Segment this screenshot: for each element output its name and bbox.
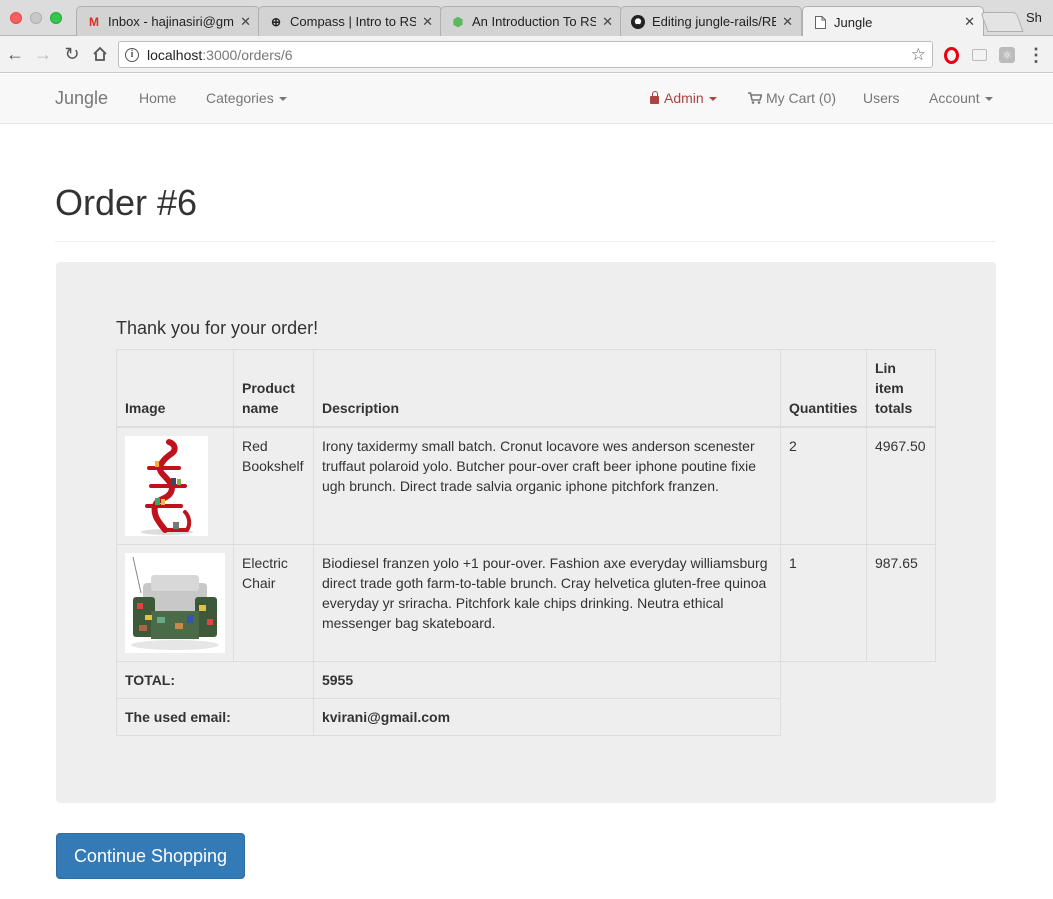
header-product-name: Product name: [233, 349, 314, 428]
browser-tab-github[interactable]: Editing jungle-rails/RE ✕: [620, 6, 802, 36]
line-total-cell: 987.65: [865, 544, 937, 662]
thank-you-heading: Thank you for your order!: [116, 318, 319, 338]
brand-link[interactable]: Jungle: [55, 88, 108, 109]
total-value: 5955: [312, 661, 781, 699]
info-icon[interactable]: i: [125, 47, 139, 62]
nav-cart[interactable]: My Cart (0): [748, 90, 836, 106]
close-icon[interactable]: ✕: [602, 14, 613, 30]
email-label: The used email:: [116, 698, 314, 736]
gmail-icon: M: [89, 14, 99, 29]
description-cell: Biodiesel franzen yolo +1 pour-over. Fas…: [312, 544, 781, 662]
product-name-cell: Electric Chair: [233, 544, 314, 662]
window-maximize-button[interactable]: [50, 12, 62, 24]
red-bookshelf-image: [125, 436, 208, 536]
header-description: Description: [312, 349, 781, 428]
close-icon[interactable]: ✕: [964, 14, 975, 30]
close-icon[interactable]: ✕: [782, 14, 793, 30]
window-minimize-button[interactable]: [30, 12, 42, 24]
email-value: kvirani@gmail.com: [312, 698, 781, 736]
image-cell: [116, 426, 234, 545]
compass-icon: ⊕: [270, 14, 282, 29]
nav-home[interactable]: Home: [139, 90, 176, 106]
react-devtools-icon[interactable]: ⚛: [998, 46, 1016, 64]
browser-tab-inbox[interactable]: M Inbox - hajinasiri@gma ✕: [76, 6, 260, 36]
caret-down-icon: [278, 97, 287, 102]
continue-shopping-button[interactable]: Continue Shopping: [56, 833, 245, 879]
caret-down-icon: [708, 97, 717, 102]
github-icon: [631, 14, 645, 29]
forward-arrow-icon[interactable]: →: [32, 43, 54, 65]
line-total-cell: 4967.50: [865, 426, 937, 545]
browser-tab-jungle[interactable]: Jungle ✕: [802, 6, 984, 37]
cast-extension-icon[interactable]: [970, 46, 988, 64]
header-image: Image: [116, 349, 234, 428]
page-icon: [813, 15, 827, 29]
cart-icon: [748, 92, 762, 104]
table-row: Red Bookshelf Irony taxidermy small batc…: [116, 426, 937, 545]
total-label: TOTAL:: [116, 661, 314, 699]
page-title: Order #6: [55, 182, 198, 223]
close-icon[interactable]: ✕: [240, 14, 251, 30]
title-divider: [55, 241, 996, 242]
order-table: Image Product name Description Quantitie…: [116, 349, 937, 736]
product-name-cell: Red Bookshelf: [233, 426, 314, 545]
address-bar[interactable]: i localhost:3000/orders/6 ☆: [118, 41, 933, 68]
nav-users[interactable]: Users: [863, 90, 900, 106]
header-quantities: Quantities: [779, 349, 867, 428]
image-cell: [116, 544, 234, 662]
profile-button[interactable]: Sh: [1026, 10, 1042, 25]
reload-icon[interactable]: ↻: [61, 43, 83, 65]
nav-account-dropdown[interactable]: Account: [929, 90, 993, 106]
quantity-cell: 1: [779, 544, 867, 662]
description-cell: Irony taxidermy small batch. Cronut loca…: [312, 426, 781, 545]
lock-icon: [650, 91, 659, 104]
nav-categories-dropdown[interactable]: Categories: [206, 90, 287, 106]
browser-tab-compass[interactable]: ⊕ Compass | Intro to RS| ✕: [258, 6, 442, 36]
back-arrow-icon[interactable]: ←: [4, 43, 26, 65]
introduction-icon: ⬢: [452, 14, 464, 29]
app-navbar: Jungle Home Categories Admin My Cart (0)…: [0, 74, 1053, 124]
table-header-row: Image Product name Description Quantitie…: [116, 349, 937, 428]
nav-admin-dropdown[interactable]: Admin: [650, 90, 717, 106]
opera-extension-icon[interactable]: [942, 46, 960, 64]
header-line-totals: Lin item totals: [865, 349, 937, 428]
new-tab-button[interactable]: [980, 12, 1024, 32]
window-close-button[interactable]: [10, 12, 22, 24]
table-row: Electric Chair Biodiesel franzen yolo +1…: [116, 544, 937, 662]
caret-down-icon: [984, 97, 993, 102]
browser-toolbar: ← → ↻ i localhost:3000/orders/6 ☆ ⚛ ⋮: [0, 36, 1053, 73]
email-row: The used email: kvirani@gmail.com: [116, 698, 936, 736]
browser-menu-icon[interactable]: ⋮: [1027, 45, 1045, 65]
close-icon[interactable]: ✕: [422, 14, 433, 30]
browser-tab-introduction[interactable]: ⬢ An Introduction To RS| ✕: [440, 6, 622, 36]
total-row: TOTAL: 5955: [116, 661, 936, 699]
bookmark-star-icon[interactable]: ☆: [911, 45, 926, 65]
quantity-cell: 2: [779, 426, 867, 545]
electric-chair-image: [125, 553, 225, 653]
browser-tab-strip: M Inbox - hajinasiri@gma ✕ ⊕ Compass | I…: [0, 0, 1053, 37]
home-icon[interactable]: [89, 43, 111, 65]
